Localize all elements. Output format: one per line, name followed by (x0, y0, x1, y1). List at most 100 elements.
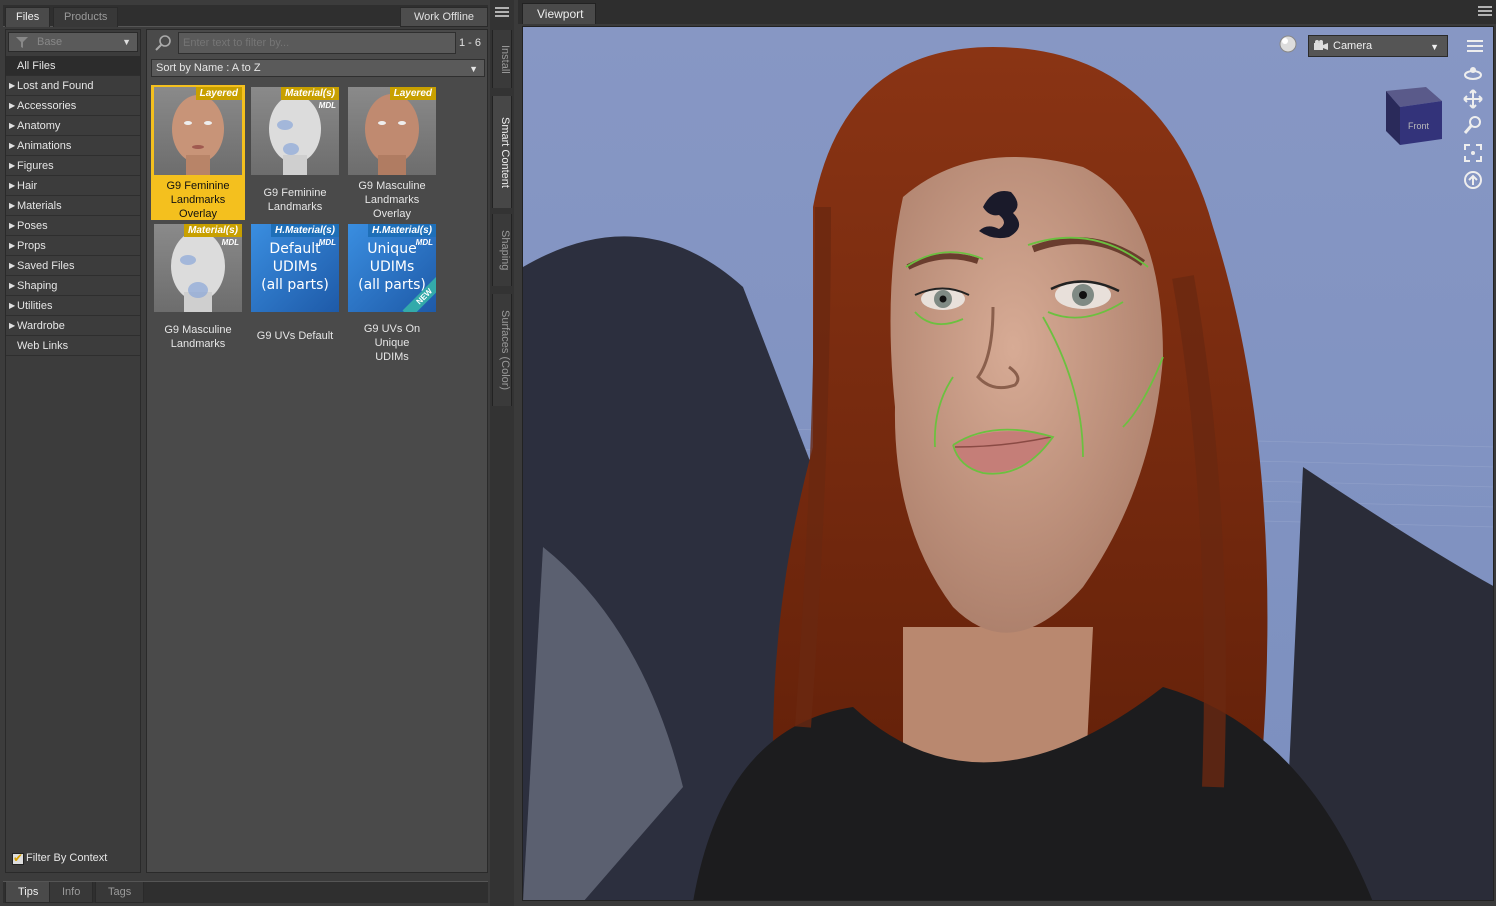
viewport-options-icon[interactable] (1465, 37, 1485, 57)
nav-item-animations[interactable]: ▶ Animations (6, 136, 140, 156)
asset-tile-g9-masculine-landmarks[interactable]: Material(s) MDL G9 Masculine Landmarks (151, 222, 245, 357)
mdl-badge: MDL (415, 238, 433, 247)
pane-tab-bar: Files Products Work Offline (3, 5, 488, 27)
orbit-icon[interactable] (1463, 63, 1483, 83)
nav-item-label: Utilities (17, 300, 53, 312)
asset-label-line: Overlay (179, 208, 217, 220)
tab-info[interactable]: Info (49, 882, 94, 903)
expand-arrow-icon[interactable]: ▶ (9, 201, 15, 210)
asset-label-line: Landmarks (364, 194, 420, 206)
expand-arrow-icon[interactable]: ▶ (9, 281, 15, 290)
bottom-tab-bar: Tips Info Tags (3, 881, 488, 903)
expand-arrow-icon[interactable]: ▶ (9, 301, 15, 310)
frame-icon[interactable] (1463, 143, 1483, 163)
mdl-badge: MDL (318, 101, 336, 110)
asset-tile-g9-masculine-landmarks-overlay[interactable]: Layered G9 Masculine Landmarks Overlay (345, 85, 439, 220)
nav-item-web-links[interactable]: Web Links (6, 336, 140, 356)
tab-tips[interactable]: Tips (5, 882, 52, 903)
asset-label: G9 Masculine Landmarks (151, 323, 245, 351)
pane-menu-icon[interactable] (495, 7, 509, 19)
asset-label-line: Landmarks (170, 338, 226, 350)
camera-icon (1314, 40, 1328, 50)
nav-item-saved-files[interactable]: ▶ Saved Files (6, 256, 140, 276)
filter-search-input[interactable] (178, 32, 456, 54)
expand-arrow-icon[interactable]: ▶ (9, 141, 15, 150)
category-tree: Base ▼ All Files ▶ Lost and Found ▶ Access… (5, 29, 141, 873)
nav-item-label: All Files (17, 60, 56, 72)
tab-shaping[interactable]: Shaping (492, 214, 512, 286)
h-materials-badge: H.Material(s) (367, 224, 436, 237)
expand-arrow-icon[interactable]: ▶ (9, 241, 15, 250)
nav-item-materials[interactable]: ▶ Materials (6, 196, 140, 216)
nav-item-all-files[interactable]: All Files (6, 56, 140, 76)
expand-arrow-icon[interactable]: ▶ (9, 161, 15, 170)
expand-arrow-icon[interactable]: ▶ (9, 261, 15, 270)
asset-label-line: G9 Feminine (166, 180, 230, 192)
pan-icon[interactable] (1463, 89, 1483, 109)
asset-thumbnail: Unique UDIMs (all parts) H.Material(s) M… (348, 224, 436, 312)
work-offline-button[interactable]: Work Offline (400, 7, 488, 27)
viewport-menu-icon[interactable] (1478, 6, 1492, 18)
tab-files[interactable]: Files (5, 7, 51, 27)
base-dropdown-label: Base (37, 36, 63, 48)
result-count: 1 - 6 (458, 37, 481, 49)
asset-thumbnail: Layered (348, 87, 436, 175)
nav-item-label: Accessories (17, 100, 77, 112)
nav-item-wardrobe[interactable]: ▶ Wardrobe (6, 316, 140, 336)
asset-tile-g9-uvs-on-unique-udims[interactable]: Unique UDIMs (all parts) H.Material(s) M… (345, 222, 439, 363)
side-tab-strip: Install Smart Content Shaping Surfaces (… (490, 0, 514, 906)
3d-viewport[interactable]: Camera ▼ Front (522, 26, 1494, 901)
nav-item-hair[interactable]: ▶ Hair (6, 176, 140, 196)
base-dropdown[interactable]: Base ▼ (8, 32, 138, 52)
thumbnail-text-line: (all parts) (261, 277, 329, 293)
chevron-down-icon: ▼ (122, 37, 131, 47)
search-icon[interactable] (155, 35, 173, 51)
tab-surfaces[interactable]: Surfaces (Color) (492, 294, 512, 406)
nav-item-props[interactable]: ▶ Props (6, 236, 140, 256)
nav-item-label: Animations (17, 140, 72, 152)
home-icon[interactable] (1463, 170, 1483, 190)
sort-dropdown[interactable]: Sort by Name : A to Z ▼ (151, 59, 485, 77)
nav-item-shaping[interactable]: ▶ Shaping (6, 276, 140, 296)
content-library-pane: Files Products Work Offline Base ▼ All F… (0, 0, 490, 906)
nav-item-utilities[interactable]: ▶ Utilities (6, 296, 140, 316)
asset-label: G9 UVs Default (248, 329, 342, 343)
nav-item-lost-and-found[interactable]: ▶ Lost and Found (6, 76, 140, 96)
asset-tile-g9-feminine-landmarks[interactable]: Material(s) MDL G9 Feminine Landmarks (248, 85, 342, 220)
view-cube-face-label: Front (1408, 121, 1430, 131)
view-cube-icon[interactable]: Front (1378, 77, 1448, 147)
nav-item-poses[interactable]: ▶ Poses (6, 216, 140, 236)
nav-item-label: Poses (17, 220, 48, 232)
asset-tile-g9-uvs-default[interactable]: Default UDIMs (all parts) H.Material(s) … (248, 222, 342, 357)
viewport-header: Viewport (518, 0, 1496, 24)
asset-thumbnail: Material(s) MDL (251, 87, 339, 175)
filter-by-context-checkbox[interactable]: Filter By Context (10, 851, 107, 868)
mdl-badge: MDL (318, 238, 336, 247)
asset-label-line: G9 Masculine (358, 180, 426, 192)
expand-arrow-icon[interactable]: ▶ (9, 221, 15, 230)
tab-smart-content[interactable]: Smart Content (492, 96, 512, 208)
tab-tags[interactable]: Tags (95, 882, 145, 903)
asset-tile-g9-feminine-landmarks-overlay[interactable]: Layered G9 Feminine Landmarks Overlay (151, 85, 245, 220)
camera-dropdown[interactable]: Camera ▼ (1308, 35, 1448, 57)
nav-item-anatomy[interactable]: ▶ Anatomy (6, 116, 140, 136)
tab-install[interactable]: Install (492, 30, 512, 88)
nav-item-figures[interactable]: ▶ Figures (6, 156, 140, 176)
search-row: 1 - 6 (151, 32, 485, 54)
expand-arrow-icon[interactable]: ▶ (9, 81, 15, 90)
expand-arrow-icon[interactable]: ▶ (9, 181, 15, 190)
zoom-icon[interactable] (1463, 115, 1483, 135)
nav-item-accessories[interactable]: ▶ Accessories (6, 96, 140, 116)
asset-label-line: Landmarks (267, 201, 323, 213)
tab-products[interactable]: Products (53, 7, 119, 27)
expand-arrow-icon[interactable]: ▶ (9, 321, 15, 330)
expand-arrow-icon[interactable]: ▶ (9, 121, 15, 130)
tab-viewport[interactable]: Viewport (522, 3, 596, 24)
render-settings-icon[interactable] (1278, 34, 1298, 54)
asset-label-line: Landmarks (170, 194, 226, 206)
asset-label: G9 Feminine Landmarks Overlay (151, 179, 245, 221)
checkbox-checked-icon[interactable] (12, 851, 24, 865)
asset-label: G9 Masculine Landmarks Overlay (345, 179, 439, 221)
materials-badge: Material(s) (280, 87, 339, 100)
expand-arrow-icon[interactable]: ▶ (9, 101, 15, 110)
